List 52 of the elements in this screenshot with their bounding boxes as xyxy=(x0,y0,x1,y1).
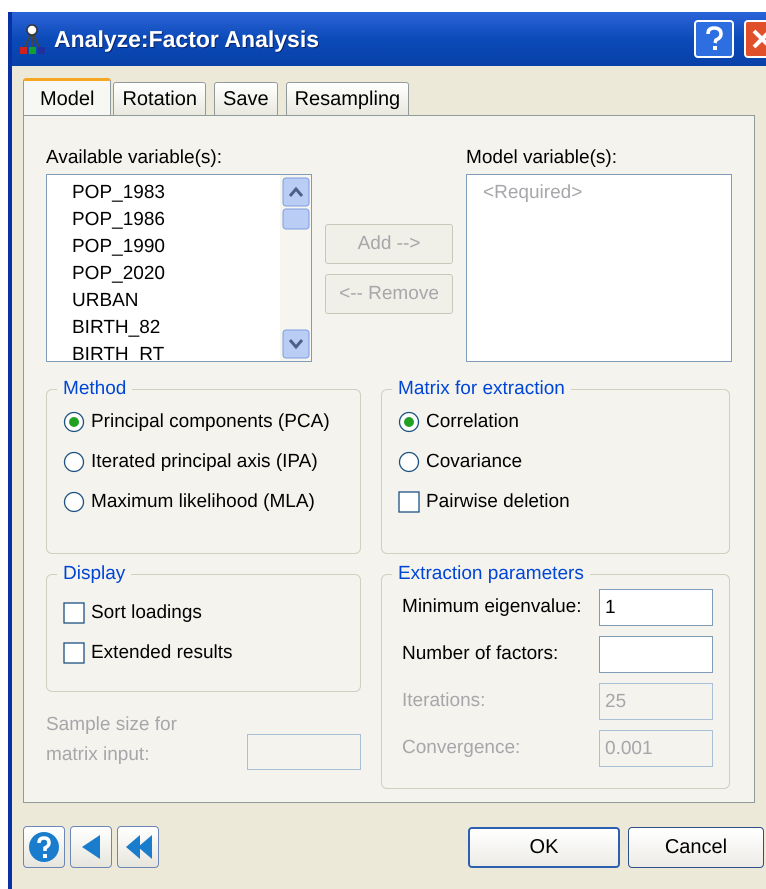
list-item[interactable]: POP_2020 xyxy=(72,260,280,287)
list-item[interactable]: URBAN xyxy=(72,287,280,314)
list-item[interactable]: POP_1986 xyxy=(72,206,280,233)
variable-list[interactable]: POP_1983 POP_1986 POP_1990 POP_2020 URBAN BIRTH_82 BIRTH_RT xyxy=(46,174,312,362)
first-button[interactable] xyxy=(117,826,159,868)
scroll-up-icon xyxy=(282,177,310,207)
field-label: Number of factors: xyxy=(402,642,558,666)
group-title: Extraction parameters xyxy=(392,562,590,586)
dialog-button[interactable]: Cancel xyxy=(628,826,764,868)
tab[interactable]: Save xyxy=(214,82,278,115)
list-item[interactable]: POP_1983 xyxy=(72,179,280,206)
scrollbar[interactable] xyxy=(280,175,311,361)
option-label: Extended results xyxy=(91,640,233,665)
dialog-button[interactable]: OK xyxy=(468,826,620,868)
question-icon xyxy=(27,830,61,864)
field-label: Available variable(s): xyxy=(46,146,224,170)
checkbox[interactable] xyxy=(63,642,85,664)
list-item[interactable]: BIRTH_RT xyxy=(72,341,280,361)
help-button[interactable] xyxy=(23,826,65,868)
group-title: Display xyxy=(57,562,132,586)
input-field[interactable]: 1 xyxy=(599,589,713,626)
option-label: Correlation xyxy=(426,410,519,434)
radio-button[interactable] xyxy=(63,491,85,513)
radio-button[interactable] xyxy=(398,451,420,473)
option-label: Covariance xyxy=(426,450,522,474)
field-label: Model variable(s): xyxy=(466,146,618,170)
app-icon xyxy=(18,23,46,55)
option-label: Pairwise deletion xyxy=(426,490,570,514)
radio-button[interactable] xyxy=(398,411,420,433)
checkbox[interactable] xyxy=(398,491,420,513)
field-label: Sample size for matrix input: xyxy=(46,713,178,767)
field-label: Minimum eigenvalue: xyxy=(402,595,582,620)
field-label: Convergence: xyxy=(402,736,520,760)
list-item[interactable]: POP_1990 xyxy=(72,233,280,260)
field-label: Iterations: xyxy=(402,689,486,714)
option-label: Sort loadings xyxy=(91,600,202,625)
tab[interactable]: Resampling xyxy=(286,82,410,115)
tab[interactable]: Rotation xyxy=(113,82,206,115)
list-item[interactable]: BIRTH_82 xyxy=(72,314,280,341)
checkbox[interactable] xyxy=(63,602,85,624)
window-title: Analyze:Factor Analysis xyxy=(54,24,320,54)
scroll-down-icon xyxy=(282,329,310,359)
radio-button[interactable] xyxy=(63,411,85,433)
option-label: Iterated principal axis (IPA) xyxy=(91,450,318,474)
option-label: Principal components (PCA) xyxy=(91,410,330,434)
scroll-thumb xyxy=(282,207,310,231)
input-field[interactable] xyxy=(599,636,713,673)
placeholder-text: <Required> xyxy=(483,182,582,203)
option-label: Maximum likelihood (MLA) xyxy=(91,490,315,514)
radio-button[interactable] xyxy=(63,451,85,473)
back-button[interactable] xyxy=(70,826,112,868)
tab[interactable]: Model xyxy=(23,78,112,116)
